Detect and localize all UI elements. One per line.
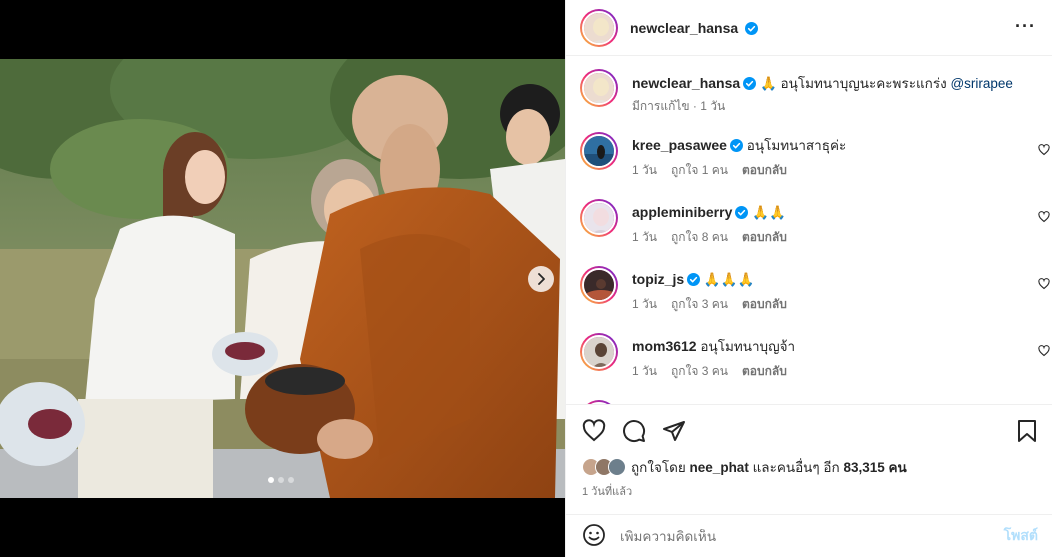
caption-username[interactable]: newclear_hansa	[632, 75, 740, 91]
verified-icon	[735, 206, 749, 219]
reply-button[interactable]: ตอบกลับ	[742, 161, 787, 179]
commenter-avatar[interactable]	[580, 132, 618, 170]
bookmark-icon	[1018, 420, 1036, 442]
emoji-icon	[583, 523, 605, 546]
verified-icon	[729, 139, 743, 152]
like-comment-button[interactable]	[1038, 345, 1050, 360]
comment-age: 1 วัน	[632, 163, 657, 177]
likes-count[interactable]: 83,315	[843, 460, 884, 475]
share-button[interactable]	[662, 419, 686, 446]
author-username-label: newclear_hansa	[630, 19, 739, 36]
more-options-button[interactable]: ···	[1015, 16, 1036, 37]
more-icon: ···	[1015, 16, 1036, 36]
commenter-avatar[interactable]	[580, 266, 618, 304]
post-header: newclear_hansa ···	[566, 0, 1052, 56]
next-slide-button[interactable]	[528, 266, 554, 292]
like-comment-button[interactable]	[1038, 144, 1050, 159]
action-bar	[566, 404, 1052, 456]
post-comment-button[interactable]: โพสต์	[1004, 525, 1038, 547]
caption-meta: มีการแก้ไข · 1 วัน	[632, 99, 726, 113]
comment-like-count[interactable]: ถูกใจ 1 คน	[671, 161, 728, 179]
heart-icon	[1038, 345, 1050, 357]
like-comment-button[interactable]	[1038, 211, 1050, 226]
reply-button[interactable]: ตอบกลับ	[742, 295, 787, 313]
comments-list: newclear_hansa 🙏 อนุโมทนาบุญนะคะพระแกร่ง…	[566, 56, 1052, 404]
commenter-avatar[interactable]	[580, 199, 618, 237]
save-button[interactable]	[1016, 419, 1038, 446]
comment-input[interactable]	[620, 528, 980, 544]
caption-emoji: 🙏	[759, 76, 777, 91]
verified-icon	[744, 21, 758, 35]
heart-icon	[1038, 211, 1050, 223]
commenter-username[interactable]: kree_pasawee	[632, 137, 727, 153]
post-media	[0, 0, 565, 557]
commenter-avatar[interactable]	[580, 333, 618, 371]
comment-text: อนุโมทนาบุญจ้า	[700, 339, 796, 354]
verified-icon	[687, 273, 701, 286]
likes-others-label[interactable]: และคนอื่นๆ อีก	[753, 460, 840, 475]
reply-button[interactable]: ตอบกลับ	[742, 228, 787, 246]
comment-age: 1 วัน	[632, 364, 657, 378]
carousel-dots	[268, 477, 294, 483]
commenter-username[interactable]: appleminiberry	[632, 204, 732, 220]
comment-icon	[623, 420, 646, 443]
instagram-post-modal: newclear_hansa ··· newclear_hansa 🙏 อนุโ…	[0, 0, 1052, 557]
author-username[interactable]: newclear_hansa	[630, 20, 758, 36]
comment-age: 1 วัน	[632, 230, 657, 244]
comment-age: 1 วัน	[632, 297, 657, 311]
comment-like-count[interactable]: ถูกใจ 8 คน	[671, 228, 728, 246]
reply-button[interactable]: ตอบกลับ	[742, 362, 787, 380]
heart-icon	[1038, 144, 1050, 156]
carousel-dot	[268, 477, 274, 483]
comment-composer: โพสต์	[566, 514, 1052, 557]
comment-text: 🙏🙏🙏	[703, 272, 755, 287]
verified-icon	[743, 77, 757, 90]
author-avatar[interactable]	[580, 8, 618, 47]
post-photo	[0, 59, 565, 498]
comment-text: 🙏🙏	[752, 205, 786, 220]
likes-summary: ถูกใจโดย nee_phat และคนอื่นๆ อีก 83,315 …	[582, 456, 907, 478]
comment-text: อนุโมทนาสาธุค่ะ	[746, 138, 847, 153]
carousel-dot	[278, 477, 284, 483]
commenter-username[interactable]: topiz_js	[632, 271, 684, 287]
caption-text: อนุโมทนาบุญนะคะพระแกร่ง	[780, 76, 947, 91]
like-comment-button[interactable]	[1038, 278, 1050, 293]
commenter-username[interactable]: mom3612	[632, 338, 697, 354]
like-button[interactable]	[582, 419, 606, 446]
comment-button[interactable]	[622, 419, 646, 446]
post-timestamp[interactable]: 1 วันที่แล้ว	[582, 482, 632, 500]
comment-like-count[interactable]: ถูกใจ 3 คน	[671, 295, 728, 313]
author-avatar[interactable]	[580, 69, 618, 107]
heart-icon	[1038, 278, 1050, 290]
caption-mention-link[interactable]: @srirapee	[950, 76, 1012, 91]
carousel-dot	[288, 477, 294, 483]
share-icon	[663, 421, 685, 441]
heart-icon	[582, 419, 606, 442]
likes-unit: คน	[888, 460, 907, 475]
likes-prefix: ถูกใจโดย	[631, 460, 686, 475]
emoji-button[interactable]	[582, 523, 606, 550]
comment-like-count[interactable]: ถูกใจ 3 คน	[671, 362, 728, 380]
liker-username[interactable]: nee_phat	[690, 460, 749, 475]
chevron-right-icon	[538, 273, 545, 285]
post-side-panel: newclear_hansa ··· newclear_hansa 🙏 อนุโ…	[565, 0, 1052, 557]
liker-avatar[interactable]	[608, 458, 626, 476]
